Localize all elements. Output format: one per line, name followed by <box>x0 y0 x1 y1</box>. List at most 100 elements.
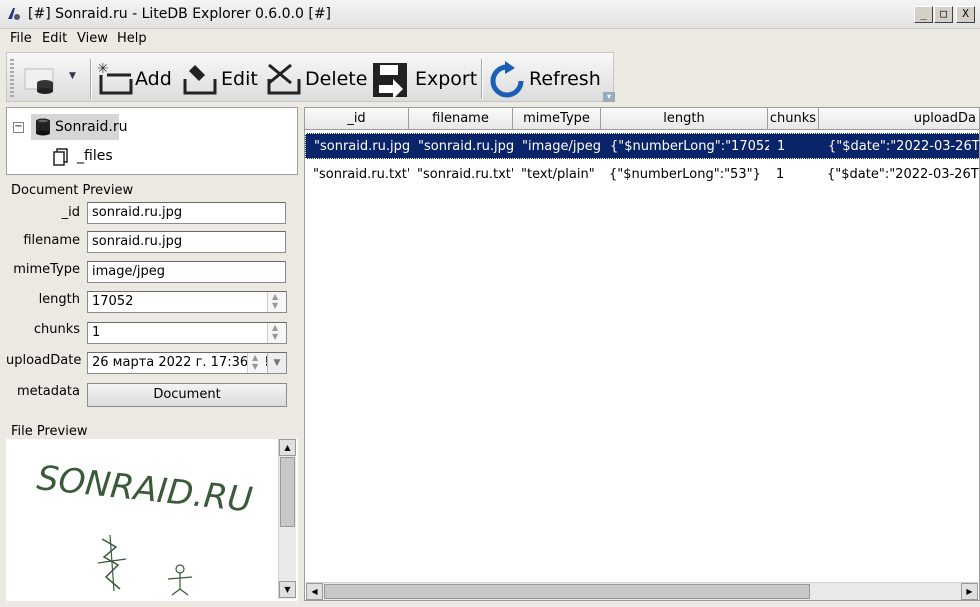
dropdown-arrow-icon[interactable]: ▼ <box>69 71 76 81</box>
table-cell: 1 <box>777 139 786 154</box>
uploaddate-stepper[interactable]: ▲ ▼ <box>247 353 266 373</box>
database-tree: − Sonraid.ru _files <box>6 107 298 175</box>
file-preview-image: SONRAID.RU <box>6 439 298 601</box>
uploaddate-value: 26 марта 2022 г. 17:36:23 <box>92 355 270 370</box>
close-button[interactable]: X <box>956 6 975 23</box>
database-icon <box>36 118 50 136</box>
export-button[interactable]: Export <box>371 57 479 99</box>
export-label: Export <box>415 68 478 90</box>
table-row[interactable]: "sonraid.ru.jpg" "sonraid.ru.jpg" "image… <box>305 133 980 159</box>
export-floppy-icon <box>373 63 407 99</box>
metadata-label: metadata <box>16 384 80 399</box>
scroll-down-icon[interactable]: ▼ <box>279 581 296 598</box>
title-bar: [#] Sonraid.ru - LiteDB Explorer 0.6.0.0… <box>0 0 980 29</box>
table-cell: "sonraid.ru.txt" <box>417 167 513 182</box>
spin-up-icon[interactable]: ▲ <box>272 292 278 301</box>
table-cell: {"$numberLong":"17052"} <box>610 139 769 154</box>
toolbar-grip[interactable] <box>10 59 14 97</box>
chunks-spinbox[interactable]: 1 ▲ ▼ <box>87 322 287 344</box>
filename-label: filename <box>23 233 80 248</box>
database-name: Sonraid.ru <box>55 119 128 135</box>
spin-down-icon[interactable]: ▼ <box>252 362 258 371</box>
column-header-length[interactable]: length <box>601 108 768 130</box>
table-cell: {"$date":"2022-03-26T13: <box>828 139 980 154</box>
id-label: _id <box>61 205 80 220</box>
collapse-toggle[interactable]: − <box>13 122 24 133</box>
database-open-icon[interactable] <box>21 63 61 95</box>
spin-up-icon[interactable]: ▲ <box>272 323 278 332</box>
length-stepper[interactable]: ▲ ▼ <box>267 292 286 312</box>
document-preview-title: Document Preview <box>11 183 134 198</box>
refresh-button[interactable]: Refresh <box>487 57 601 99</box>
column-header-uploaddate[interactable]: uploadDa <box>819 108 979 130</box>
menu-help[interactable]: Help <box>117 31 147 46</box>
length-label: length <box>38 292 80 307</box>
add-button[interactable]: ✳ Add <box>95 57 175 99</box>
uploaddate-label: uploadDate <box>6 353 82 368</box>
scrollbar-thumb[interactable] <box>324 584 810 599</box>
column-header-id[interactable]: _id <box>305 108 409 130</box>
chunks-stepper[interactable]: ▲ ▼ <box>267 323 286 343</box>
collection-icon <box>53 148 68 166</box>
add-label: Add <box>135 68 172 90</box>
mimetype-label: mimeType <box>13 262 80 277</box>
menu-file[interactable]: File <box>10 31 32 46</box>
edit-document-icon <box>183 65 217 95</box>
edit-button[interactable]: Edit <box>181 57 261 99</box>
column-header-filename[interactable]: filename <box>409 108 513 130</box>
menu-view[interactable]: View <box>77 31 108 46</box>
svg-text:✳: ✳ <box>97 61 109 77</box>
spin-down-icon[interactable]: ▼ <box>272 301 278 310</box>
metadata-document-button[interactable]: Document <box>87 383 287 407</box>
app-icon[interactable] <box>5 5 23 23</box>
minimize-button[interactable]: _ <box>914 6 933 23</box>
table-cell: "sonraid.ru.jpg" <box>418 139 514 154</box>
column-header-mimetype[interactable]: mimeType <box>513 108 601 130</box>
handwritten-text: SONRAID.RU <box>35 458 254 520</box>
maximize-button[interactable]: □ <box>934 6 953 23</box>
column-header-chunks[interactable]: chunks <box>768 108 819 130</box>
spin-up-icon[interactable]: ▲ <box>252 353 258 362</box>
mimetype-field[interactable]: image/jpeg <box>87 261 286 283</box>
toolbar-separator <box>481 59 482 99</box>
chunks-value: 1 <box>92 325 101 340</box>
filename-field[interactable]: sonraid.ru.jpg <box>87 231 286 253</box>
spin-down-icon[interactable]: ▼ <box>272 332 278 341</box>
delete-button[interactable]: Delete <box>265 57 368 99</box>
grid-header: _id filename mimeType length chunks uplo… <box>305 108 979 130</box>
id-field[interactable]: sonraid.ru.jpg <box>87 202 286 224</box>
menu-bar: File Edit View Help <box>0 29 980 50</box>
toolbar-overflow-button[interactable]: ▾ <box>603 92 615 102</box>
uploaddate-field[interactable]: 26 марта 2022 г. 17:36:23 ▲ ▼ ▼ <box>87 352 287 374</box>
table-cell: "sonraid.ru.jpg" <box>314 139 410 154</box>
delete-document-icon <box>267 63 301 95</box>
edit-label: Edit <box>221 68 258 90</box>
table-cell: "image/jpeg" <box>522 139 602 154</box>
scrollbar-thumb[interactable] <box>280 457 295 527</box>
table-cell: {"$date":"2022-03-26T13: <box>827 167 979 182</box>
scroll-left-icon[interactable]: ◀ <box>306 583 323 600</box>
refresh-icon <box>490 61 524 98</box>
table-row[interactable]: "sonraid.ru.txt" "sonraid.ru.txt" "text/… <box>305 162 979 188</box>
length-value: 17052 <box>92 294 134 309</box>
calendar-dropdown-icon[interactable]: ▼ <box>267 353 286 373</box>
table-cell: "text/plain" <box>521 167 595 182</box>
table-cell: 1 <box>776 167 785 182</box>
scroll-up-icon[interactable]: ▲ <box>279 439 296 456</box>
tree-item-database[interactable]: Sonraid.ru <box>31 114 128 140</box>
toolbar: ▼ ✳ Add Edit Delete Export Refresh ▾ <box>6 52 615 102</box>
table-cell: "sonraid.ru.txt" <box>313 167 409 182</box>
handwriting-image: SONRAID.RU <box>35 458 254 596</box>
scroll-right-icon[interactable]: ▶ <box>961 583 978 600</box>
add-document-icon: ✳ <box>97 61 133 95</box>
preview-scrollbar[interactable]: ▲ ▼ <box>278 439 296 599</box>
collection-name: _files <box>77 148 113 164</box>
toolbar-separator <box>90 59 91 99</box>
window-title: [#] Sonraid.ru - LiteDB Explorer 0.6.0.0… <box>28 6 332 22</box>
delete-label: Delete <box>305 68 368 90</box>
grid-horizontal-scrollbar[interactable]: ◀ ▶ <box>306 582 978 600</box>
table-cell: {"$numberLong":"53"} <box>609 167 761 182</box>
menu-edit[interactable]: Edit <box>42 31 67 46</box>
documents-grid: _id filename mimeType length chunks uplo… <box>304 107 980 601</box>
length-spinbox[interactable]: 17052 ▲ ▼ <box>87 291 287 313</box>
